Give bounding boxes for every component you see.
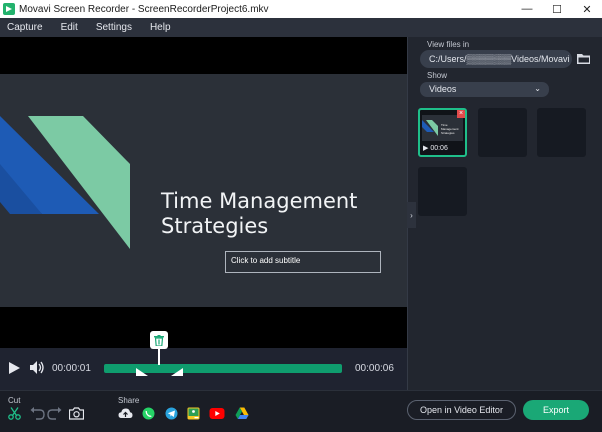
- show-label: Show: [427, 71, 448, 80]
- thumbnail-duration-text: 00:06: [430, 145, 448, 152]
- current-time: 00:00:01: [52, 363, 91, 374]
- window-title: Movavi Screen Recorder - ScreenRecorderP…: [19, 3, 269, 15]
- delete-thumbnail-icon[interactable]: ×: [457, 110, 465, 118]
- menu-settings[interactable]: Settings: [96, 22, 132, 33]
- thumbnail-preview: Time Management Strategies: [422, 115, 463, 141]
- title-bar: Movavi Screen Recorder - ScreenRecorderP…: [0, 0, 602, 18]
- open-in-video-editor-button[interactable]: Open in Video Editor: [407, 400, 516, 420]
- empty-thumbnail-slot: [418, 167, 467, 216]
- bottom-toolbar: Cut Share Open in Video Editor Export: [0, 390, 602, 432]
- folder-icon[interactable]: [577, 53, 590, 64]
- menu-help[interactable]: Help: [150, 22, 171, 33]
- redo-icon[interactable]: [47, 407, 62, 420]
- total-time: 00:00:06: [355, 363, 394, 374]
- menu-capture[interactable]: Capture: [7, 22, 43, 33]
- snapshot-camera-icon[interactable]: [69, 407, 84, 420]
- app-logo-icon: [3, 3, 15, 15]
- trim-handle-left[interactable]: [136, 368, 148, 376]
- chevron-down-icon: ⌄: [534, 84, 541, 93]
- subtitle-placeholder: Click to add subtitle: [225, 251, 381, 273]
- playhead[interactable]: [157, 349, 160, 365]
- show-filter-select[interactable]: Videos ⌄: [420, 82, 549, 97]
- cloud-upload-icon[interactable]: [118, 407, 133, 420]
- player-controls: 00:00:01 00:00:06: [0, 331, 407, 388]
- chevron-right-icon: ›: [410, 210, 413, 220]
- slide-title-line2: Strategies: [161, 214, 269, 238]
- close-button[interactable]: ✕: [572, 0, 602, 18]
- empty-thumbnail-slot: [478, 108, 527, 157]
- share-label: Share: [118, 396, 140, 405]
- whatsapp-icon[interactable]: [142, 407, 155, 420]
- menu-edit[interactable]: Edit: [61, 22, 78, 33]
- undo-icon[interactable]: [30, 407, 45, 420]
- minimize-button[interactable]: —: [512, 0, 542, 18]
- volume-icon[interactable]: [30, 361, 45, 374]
- slide-title-line1: Time Management: [161, 189, 358, 213]
- video-preview[interactable]: Time Management Strategies Click to add …: [0, 37, 407, 348]
- menu-bar: Capture Edit Settings Help: [0, 18, 602, 37]
- play-icon[interactable]: [9, 362, 20, 374]
- collapse-sidebar-button[interactable]: ›: [407, 202, 416, 228]
- youtube-icon[interactable]: [209, 407, 225, 420]
- export-button[interactable]: Export: [523, 400, 589, 420]
- trash-icon: [153, 334, 164, 346]
- save-path-field[interactable]: C:/Users/▒▒▒▒▒▒▒Videos/Movavi: [420, 50, 572, 68]
- slide-title: Time Management Strategies: [161, 189, 357, 239]
- empty-thumbnail-slot: [537, 108, 586, 157]
- thumbnail-caption: Time Management Strategies: [441, 123, 459, 135]
- show-filter-value: Videos: [429, 84, 457, 94]
- trim-handle-right[interactable]: [171, 368, 183, 376]
- delete-segment-button[interactable]: [149, 331, 168, 349]
- recording-thumbnail[interactable]: Time Management Strategies × ▶ 00:06: [418, 108, 467, 157]
- google-drive-icon[interactable]: [235, 407, 249, 420]
- maximize-button[interactable]: ☐: [542, 0, 572, 18]
- thumbnail-duration: ▶ 00:06: [423, 145, 448, 152]
- cut-label: Cut: [8, 396, 21, 405]
- view-files-label: View files in: [427, 40, 470, 49]
- telegram-icon[interactable]: [165, 407, 178, 420]
- google-classroom-icon[interactable]: [187, 407, 200, 420]
- scissors-icon[interactable]: [8, 407, 21, 420]
